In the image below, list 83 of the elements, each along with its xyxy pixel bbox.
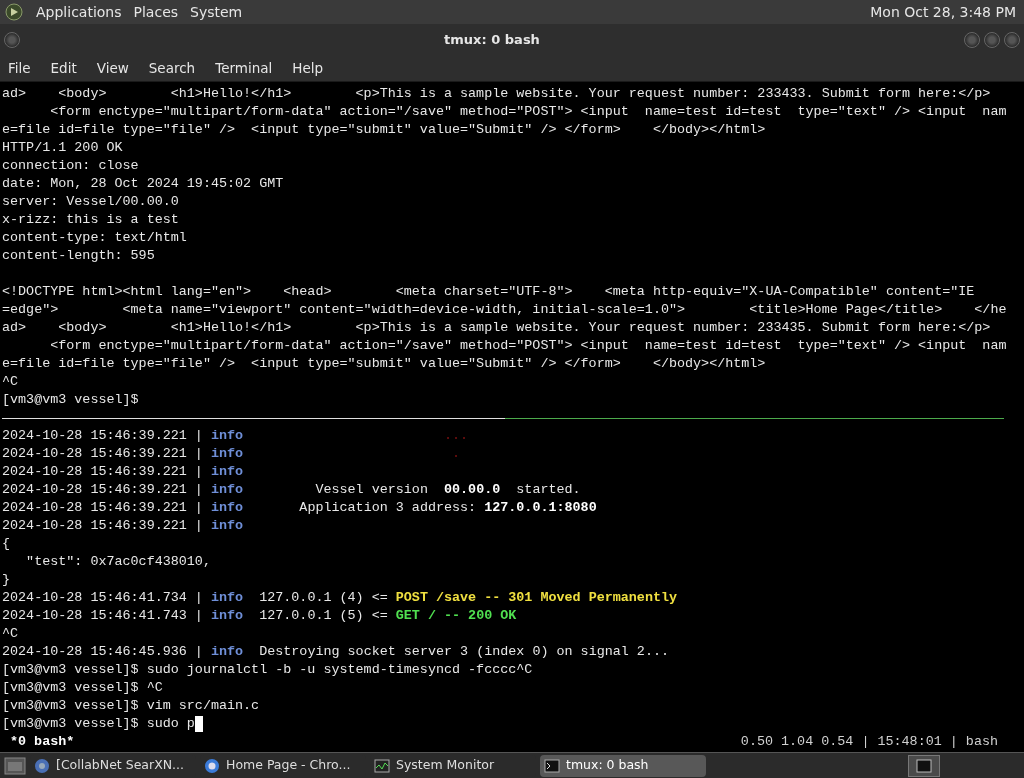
terminal-text: date: Mon, 28 Oct 2024 19:45:02 GMT bbox=[2, 175, 284, 193]
log-level: info bbox=[210, 589, 244, 607]
terminal-text: POST /save -- 301 Moved Permanently bbox=[395, 589, 678, 607]
terminal-text: 2024-10-28 15:46:39.221 | bbox=[2, 481, 204, 499]
menu-item[interactable]: Terminal bbox=[215, 58, 273, 79]
terminal-text: { bbox=[2, 535, 11, 553]
terminal-text: connection: close bbox=[2, 157, 139, 175]
terminal-text: GET / -- 200 OK bbox=[395, 607, 517, 625]
logo-icon[interactable] bbox=[4, 2, 24, 22]
terminal-text: 2024-10-28 15:46:41.734 | bbox=[2, 589, 204, 607]
terminal-text: ad> <body> <h1>Hello!</h1> <p>This is a sample website. Your request number: 233433. Submit form here:</p> bbox=[2, 85, 991, 103]
log-level: info bbox=[210, 463, 244, 481]
terminal-text: 2024-10-28 15:46:39.221 | bbox=[2, 499, 204, 517]
taskbar-label: Home Page - Chro... bbox=[226, 756, 351, 775]
terminal-text: <!DOCTYPE html><html lang="en"> <head> <meta charset="UTF-8"> <meta http-equiv="X-UA-Compatible" content="IE bbox=[2, 283, 975, 301]
terminal-text: e=file id=file type="file" /> <input type="submit" value="Submit" /> </form> </body></html> bbox=[2, 355, 766, 373]
terminal-text: <form enctype="multipart/form-data" action="/save" method="POST"> <input name=test id=test type="text" /> <input nam bbox=[49, 103, 1007, 121]
log-level: info bbox=[210, 643, 244, 661]
terminal-text: 2024-10-28 15:46:39.221 | bbox=[2, 427, 204, 445]
panel-menu[interactable]: System bbox=[190, 1, 243, 23]
browser-icon bbox=[204, 757, 220, 774]
terminal-text: =edge"> <meta name="viewport" content="width=device-width, initial-scale=1.0"> <title>Home Page</title> </he bbox=[2, 301, 1007, 319]
log-level: info bbox=[210, 499, 244, 517]
tmux-status-info: 0.50 1.04 0.54 | 15:48:01 | bash bbox=[740, 733, 998, 751]
window-control-icon[interactable] bbox=[964, 32, 980, 48]
taskbar-label: System Monitor bbox=[396, 756, 495, 775]
window-title: tmux: 0 bash bbox=[443, 31, 541, 50]
window-control-icon[interactable] bbox=[984, 32, 1000, 48]
clock[interactable]: Mon Oct 28, 3:48 PM bbox=[870, 1, 1020, 23]
log-level: info bbox=[210, 481, 244, 499]
terminal-text: 2024-10-28 15:46:45.936 | bbox=[2, 643, 204, 661]
terminal-text: e=file id=file type="file" /> <input type="submit" value="Submit" /> </form> </body></html> bbox=[2, 121, 766, 139]
monitor-icon bbox=[374, 757, 390, 774]
menu-item[interactable]: File bbox=[8, 58, 31, 79]
terminal-text: ... bbox=[443, 427, 469, 445]
terminal-text: [vm3@vm3 vessel]$ ^C bbox=[2, 679, 163, 697]
log-level: info bbox=[210, 607, 244, 625]
terminal-text: [vm3@vm3 vessel]$ bbox=[2, 391, 139, 409]
terminal-text: [vm3@vm3 vessel]$ sudo journalctl -b -u systemd-timesyncd -fcccc^C bbox=[2, 661, 533, 679]
window-control-icon[interactable] bbox=[4, 32, 20, 48]
terminal-text: x-rizz: this is a test bbox=[2, 211, 179, 229]
log-level: info bbox=[210, 517, 244, 535]
terminal-text: 127.0.0.1 (4) <= bbox=[258, 589, 389, 607]
log-level: info bbox=[210, 427, 244, 445]
menu-item[interactable]: View bbox=[96, 58, 129, 79]
log-level: info bbox=[210, 445, 244, 463]
taskbar-label: tmux: 0 bash bbox=[566, 756, 649, 775]
terminal-text: ^C bbox=[2, 373, 19, 391]
panel-menu[interactable]: Applications bbox=[36, 1, 122, 23]
terminal-text: . bbox=[451, 445, 461, 463]
terminal-text: <form enctype="multipart/form-data" action="/save" method="POST"> <input name=test id=test type="text" /> <input nam bbox=[49, 337, 1007, 355]
terminal-text: Application 3 address: bbox=[298, 499, 478, 517]
window-control-icon[interactable] bbox=[1004, 32, 1020, 48]
terminal-text: HTTP/1.1 200 OK bbox=[2, 139, 123, 157]
terminal-text: Destroying socket server 3 (index 0) on signal 2... bbox=[258, 643, 669, 661]
taskbar-item[interactable]: tmux: 0 bash bbox=[540, 754, 706, 777]
menu-item[interactable]: Search bbox=[148, 58, 196, 79]
terminal-text: 2024-10-28 15:46:39.221 | bbox=[2, 463, 204, 481]
globe-icon bbox=[34, 757, 50, 774]
terminal-text: 2024-10-28 15:46:41.743 | bbox=[2, 607, 204, 625]
menu-item[interactable]: Edit bbox=[50, 58, 77, 79]
terminal-text: ad> <body> <h1>Hello!</h1> <p>This is a sample website. Your request number: 233435. Submit form here:</p> bbox=[2, 319, 991, 337]
terminal-text: 00.00.0 bbox=[444, 481, 501, 499]
tmux-window-label: *0 bash* bbox=[9, 733, 75, 751]
terminal-text: server: Vessel/00.00.0 bbox=[2, 193, 179, 211]
terminal-text: 2024-10-28 15:46:39.221 | bbox=[2, 517, 204, 535]
terminal-text: [vm3@vm3 vessel]$ sudo p bbox=[2, 715, 195, 733]
terminal-text: content-type: text/html bbox=[2, 229, 187, 247]
taskbar-label: [CollabNet SearXN... bbox=[56, 756, 184, 775]
workspace-switcher[interactable] bbox=[908, 754, 940, 777]
terminal-text: 2024-10-28 15:46:39.221 | bbox=[2, 445, 204, 463]
terminal-text: [vm3@vm3 vessel]$ vim src/main.c bbox=[2, 697, 260, 715]
terminal-text: } bbox=[2, 571, 11, 589]
panel-menu[interactable]: Places bbox=[133, 1, 179, 23]
terminal-text: 127.0.0.1:8080 bbox=[484, 499, 597, 517]
terminal-text: "test": 0x7ac0cf438010, bbox=[25, 553, 211, 571]
show-desktop-icon[interactable] bbox=[4, 756, 26, 775]
terminal-text: Vessel version bbox=[314, 481, 429, 499]
terminal-text: started. bbox=[515, 481, 581, 499]
menu-item[interactable]: Help bbox=[292, 58, 324, 79]
terminal-text: 127.0.0.1 (5) <= bbox=[258, 607, 389, 625]
terminal-text: content-length: 595 bbox=[2, 247, 155, 265]
terminal-text: ^C bbox=[2, 625, 19, 643]
